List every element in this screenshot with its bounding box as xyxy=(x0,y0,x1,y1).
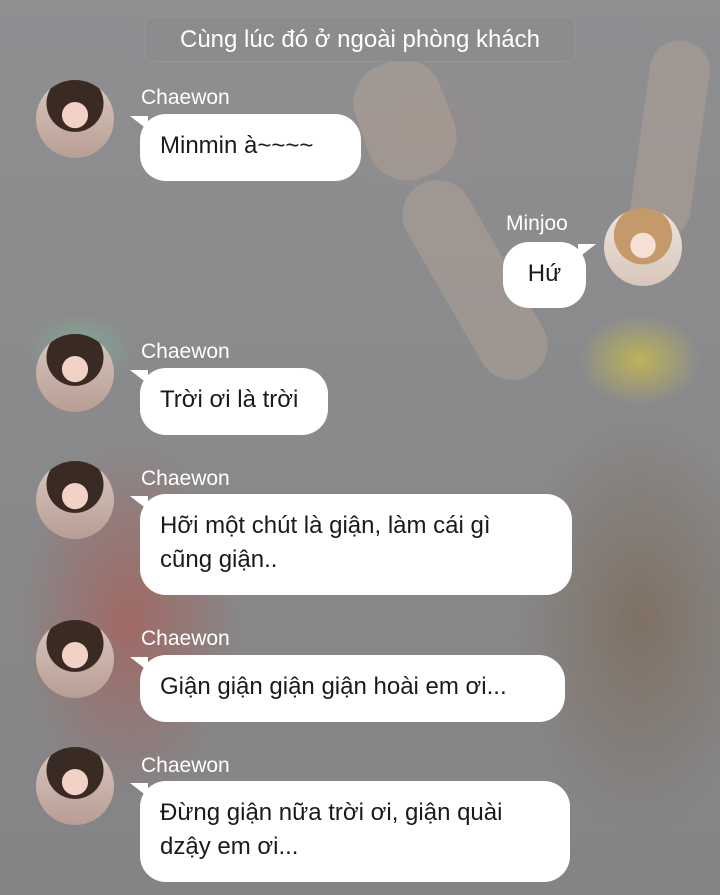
message-bubble[interactable]: Đừng giận nữa trời ơi, giận quài dzậy em… xyxy=(130,781,570,882)
avatar-chaewon[interactable] xyxy=(36,80,114,158)
sender-name: Chaewon xyxy=(141,627,230,650)
sender-name: Chaewon xyxy=(141,754,230,777)
scene-caption: Cùng lúc đó ở ngoài phòng khách xyxy=(145,17,575,62)
background-hand xyxy=(342,48,468,192)
sender-name: Minjoo xyxy=(506,212,568,235)
message-bubble[interactable]: Minmin à~~~~ xyxy=(130,114,361,181)
message-bubble[interactable]: Hứ xyxy=(503,242,596,308)
avatar-chaewon[interactable] xyxy=(36,461,114,539)
sender-name: Chaewon xyxy=(141,467,230,490)
avatar-chaewon[interactable] xyxy=(36,334,114,412)
sender-name: Chaewon xyxy=(141,340,230,363)
message-bubble[interactable]: Trời ơi là trời xyxy=(130,368,328,435)
sender-name: Chaewon xyxy=(141,86,230,109)
avatar-chaewon[interactable] xyxy=(36,747,114,825)
message-bubble[interactable]: Hỡi một chút là giận, làm cái gì cũng gi… xyxy=(130,494,572,595)
avatar-chaewon[interactable] xyxy=(36,620,114,698)
message-bubble[interactable]: Giận giận giận giận hoài em ơi... xyxy=(130,655,565,722)
avatar-minjoo[interactable] xyxy=(604,208,682,286)
